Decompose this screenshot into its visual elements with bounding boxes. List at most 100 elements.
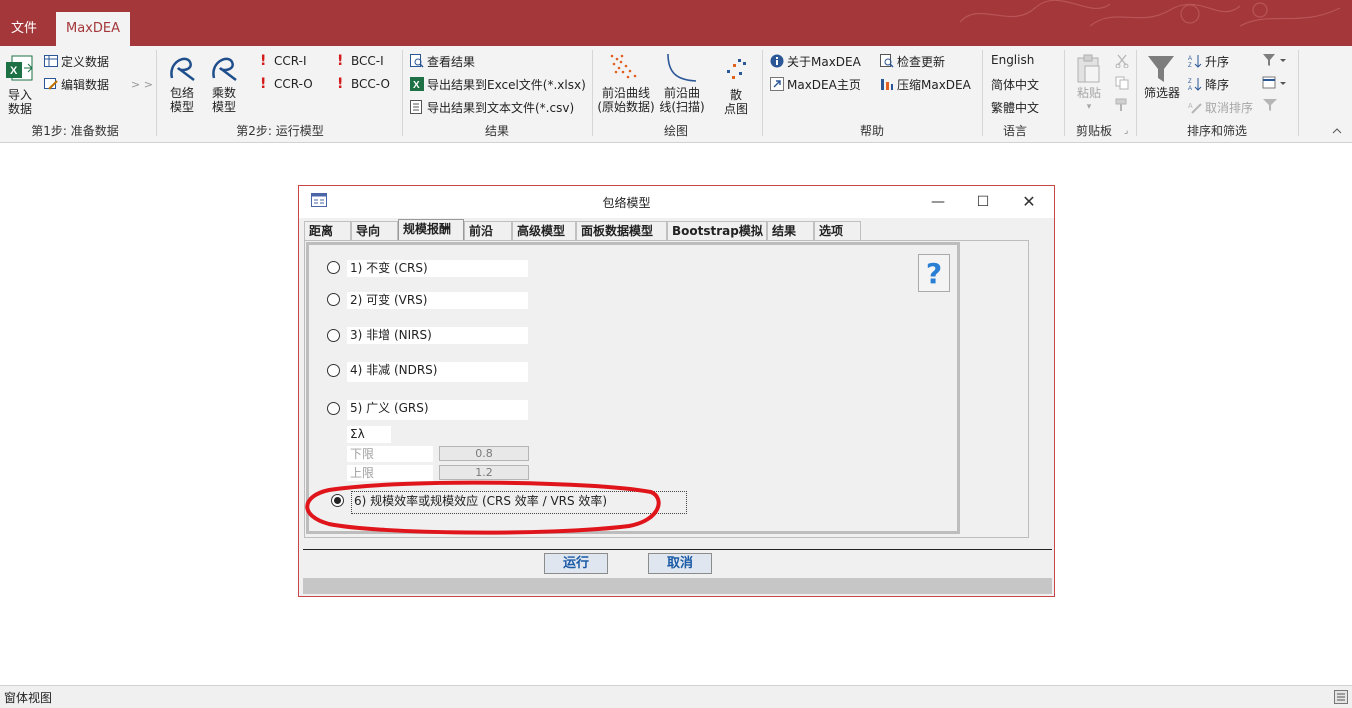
paste-button[interactable]: 粘贴 ▾ bbox=[1070, 52, 1108, 118]
exclamation-icon: ! bbox=[260, 76, 267, 92]
status-bar: 窗体视图 bbox=[0, 685, 1352, 708]
maximize-button[interactable]: ☐ bbox=[963, 190, 1003, 214]
table-icon bbox=[44, 55, 58, 67]
scatter-label-1: 散 bbox=[729, 88, 742, 102]
tab-advanced-models[interactable]: 高级模型 bbox=[512, 221, 576, 240]
define-data-button[interactable]: 定义数据 bbox=[44, 53, 109, 70]
compress-label: 压缩MaxDEA bbox=[897, 78, 971, 92]
homepage-button[interactable]: MaxDEA主页 bbox=[770, 76, 861, 93]
envelopment-model-button[interactable]: 包络 模型 bbox=[164, 52, 200, 118]
radio-nirs[interactable] bbox=[327, 329, 340, 342]
upper-bound-label: 上限 bbox=[347, 465, 433, 481]
frontier-original-button[interactable]: 前沿曲线 (原始数据) bbox=[596, 50, 656, 118]
bcc-i-button[interactable]: ! BCC-I bbox=[337, 53, 384, 69]
ccr-i-button[interactable]: ! CCR-I bbox=[260, 53, 307, 69]
radio-vrs[interactable] bbox=[327, 293, 340, 306]
clear-sort-button[interactable]: A 取消排序 bbox=[1188, 99, 1253, 116]
lang-english-button[interactable]: English bbox=[991, 53, 1034, 67]
option-ndrs-label[interactable]: 4) 非减 (NDRS) bbox=[347, 362, 528, 382]
tab-bootstrap[interactable]: Bootstrap模拟 bbox=[667, 221, 767, 240]
dea-logo-icon bbox=[170, 57, 195, 81]
toggle-filter-icon[interactable] bbox=[1262, 98, 1278, 112]
frontier-scan-label-1: 前沿曲 bbox=[663, 86, 700, 100]
dialog-title: 包络模型 bbox=[602, 196, 651, 210]
status-text: 窗体视图 bbox=[4, 691, 53, 705]
clear-sort-label: 取消排序 bbox=[1205, 101, 1254, 115]
lang-traditional-button[interactable]: 繁體中文 bbox=[991, 99, 1039, 116]
filter-label: 筛选器 bbox=[1143, 86, 1180, 100]
scatter-plot-button[interactable]: 散 点图 bbox=[718, 54, 754, 118]
option-crs-label[interactable]: 1) 不变 (CRS) bbox=[347, 260, 528, 277]
radio-crs[interactable] bbox=[327, 261, 340, 274]
dialog-launcher-icon[interactable]: ⌟ bbox=[1124, 126, 1128, 136]
check-updates-button[interactable]: 检查更新 bbox=[880, 53, 945, 70]
close-button[interactable]: ✕ bbox=[1009, 190, 1049, 214]
tab-file[interactable]: 文件 bbox=[0, 12, 48, 46]
collapse-ribbon-icon[interactable] bbox=[1332, 126, 1342, 134]
frontier-original-label-1: 前沿曲线 bbox=[601, 86, 650, 100]
edit-data-button[interactable]: 编辑数据 bbox=[44, 76, 109, 93]
tab-panel-data-models[interactable]: 面板数据模型 bbox=[576, 221, 667, 240]
frontier-scatter-icon bbox=[610, 54, 637, 79]
group-separator bbox=[762, 50, 763, 136]
group-label-language: 语言 bbox=[1002, 124, 1027, 138]
radio-grs[interactable] bbox=[327, 402, 340, 415]
bcc-o-button[interactable]: ! BCC-O bbox=[337, 76, 390, 92]
svg-text:A: A bbox=[1188, 86, 1192, 91]
view-results-button[interactable]: 查看结果 bbox=[410, 53, 475, 70]
tab-returns-to-scale[interactable]: 规模报酬 bbox=[398, 219, 464, 241]
frontier-scan-button[interactable]: 前沿曲 线(扫描) bbox=[658, 50, 706, 118]
import-label-1: 导入 bbox=[7, 88, 32, 102]
paste-label: 粘贴 bbox=[1076, 86, 1101, 100]
export-text-button[interactable]: 导出结果到文本文件(*.csv) bbox=[410, 99, 574, 116]
group-label-plot: 绘图 bbox=[663, 124, 688, 138]
filter-button[interactable]: 筛选器 bbox=[1142, 52, 1182, 118]
tab-maxdea[interactable]: MaxDEA bbox=[56, 12, 130, 46]
run-button[interactable]: 运行 bbox=[544, 553, 608, 574]
radio-ndrs[interactable] bbox=[327, 364, 340, 377]
svg-text:A: A bbox=[1188, 103, 1193, 110]
tab-frontier[interactable]: 前沿 bbox=[464, 221, 512, 240]
import-data-button[interactable]: X 导入 数据 bbox=[4, 54, 36, 116]
form-view-icon[interactable] bbox=[1334, 690, 1348, 704]
tab-results[interactable]: 结果 bbox=[767, 221, 814, 240]
minimize-button[interactable]: — bbox=[918, 190, 958, 214]
tab-orientation[interactable]: 导向 bbox=[351, 221, 398, 240]
option-nirs-label[interactable]: 3) 非增 (NIRS) bbox=[347, 327, 528, 344]
selection-filter-icon[interactable] bbox=[1262, 76, 1290, 90]
tab-distance[interactable]: 距离 bbox=[304, 221, 351, 240]
sigma-lambda-label: Σλ bbox=[347, 426, 391, 443]
sort-ascending-button[interactable]: A Z 升序 bbox=[1188, 53, 1229, 70]
compress-button[interactable]: 压缩MaxDEA bbox=[880, 76, 971, 93]
about-button[interactable]: 关于MaxDEA bbox=[770, 53, 861, 70]
ccr-o-label: CCR-O bbox=[274, 77, 313, 91]
filter-options-icon[interactable] bbox=[1262, 53, 1290, 67]
option-vrs-label[interactable]: 2) 可变 (VRS) bbox=[347, 292, 528, 309]
copy-icon[interactable] bbox=[1115, 76, 1129, 90]
multiplier-model-button[interactable]: 乘数 模型 bbox=[206, 52, 242, 118]
svg-text:Z: Z bbox=[1188, 63, 1192, 68]
group-label-help: 帮助 bbox=[859, 124, 884, 138]
dialog-titlebar: 包络模型 — ☐ ✕ bbox=[299, 186, 1054, 218]
frontier-original-label-2: (原始数据) bbox=[597, 100, 655, 114]
sort-descending-label: 降序 bbox=[1205, 78, 1230, 92]
define-data-label: 定义数据 bbox=[61, 55, 110, 69]
cancel-button[interactable]: 取消 bbox=[648, 553, 712, 574]
lang-simplified-button[interactable]: 简体中文 bbox=[991, 76, 1039, 93]
upper-bound-input[interactable]: 1.2 bbox=[439, 465, 529, 480]
format-painter-icon[interactable] bbox=[1115, 98, 1129, 112]
sort-descending-icon: ZA bbox=[1188, 78, 1202, 91]
envelopment-label-1: 包络 bbox=[169, 86, 194, 100]
ccr-o-button[interactable]: ! CCR-O bbox=[260, 76, 313, 92]
divider bbox=[303, 549, 1052, 550]
tab-options[interactable]: 选项 bbox=[814, 221, 861, 240]
sort-descending-button[interactable]: Z A 降序 bbox=[1188, 76, 1229, 93]
homepage-label: MaxDEA主页 bbox=[787, 78, 861, 92]
scatter-label-2: 点图 bbox=[723, 102, 748, 116]
help-button[interactable]: ? bbox=[918, 254, 950, 292]
option-grs-label[interactable]: 5) 广义 (GRS) bbox=[347, 400, 528, 420]
cut-icon[interactable] bbox=[1115, 54, 1129, 68]
group-separator bbox=[592, 50, 593, 136]
export-excel-button[interactable]: X 导出结果到Excel文件(*.xlsx) bbox=[410, 76, 586, 93]
lower-bound-input[interactable]: 0.8 bbox=[439, 446, 529, 461]
